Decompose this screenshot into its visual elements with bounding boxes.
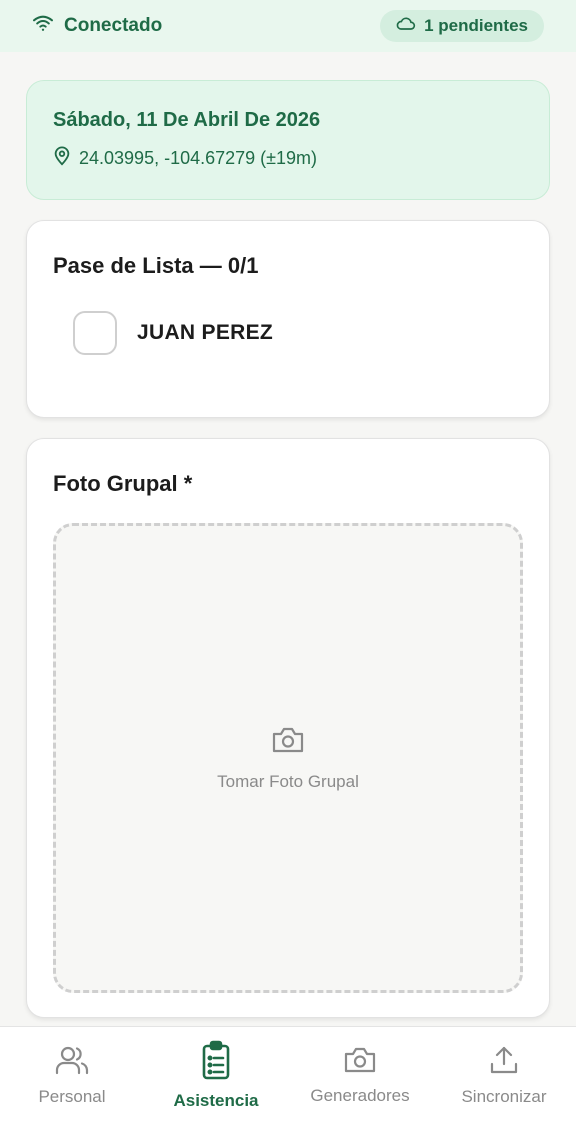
- session-info-card: Sábado, 11 De Abril De 2026 24.03995, -1…: [26, 80, 550, 200]
- upload-icon: [488, 1044, 520, 1081]
- attendance-row[interactable]: JUAN PEREZ: [73, 311, 523, 355]
- attendance-card: Pase de Lista — 0/1 JUAN PEREZ: [26, 220, 550, 418]
- take-group-photo-button[interactable]: Tomar Foto Grupal: [53, 523, 523, 993]
- nav-label-generadores: Generadores: [310, 1086, 410, 1105]
- bottom-navigation: Personal Asistencia Generadores Sincroni…: [0, 1026, 576, 1124]
- nav-item-personal[interactable]: Personal: [0, 1044, 144, 1107]
- group-photo-title: Foto Grupal *: [53, 471, 193, 496]
- person-name: JUAN PEREZ: [137, 321, 274, 344]
- cloud-icon: [396, 16, 416, 36]
- location-coordinates: 24.03995, -104.67279 (±19m): [79, 148, 318, 168]
- attendance-checkbox[interactable]: [73, 311, 117, 355]
- group-photo-card: Foto Grupal * Tomar Foto Grupal: [26, 438, 550, 1018]
- connection-label: Conectado: [64, 15, 163, 36]
- nav-label-sincronizar: Sincronizar: [461, 1087, 547, 1106]
- location-pin-icon: [53, 146, 71, 171]
- nav-label-asistencia: Asistencia: [173, 1091, 259, 1110]
- wifi-icon: [32, 14, 54, 38]
- connection-status: Conectado: [32, 14, 162, 38]
- camera-icon: [271, 725, 305, 760]
- attendance-title: Pase de Lista — 0/1: [53, 253, 259, 278]
- pending-badge[interactable]: 1 pendientes: [380, 10, 544, 42]
- clipboard-list-icon: [201, 1040, 231, 1085]
- session-location: 24.03995, -104.67279 (±19m): [53, 146, 523, 171]
- camera-icon: [343, 1045, 377, 1080]
- take-group-photo-label: Tomar Foto Grupal: [217, 771, 359, 791]
- nav-item-sincronizar[interactable]: Sincronizar: [432, 1044, 576, 1107]
- nav-label-personal: Personal: [38, 1087, 106, 1106]
- pending-label: 1 pendientes: [424, 16, 528, 35]
- users-icon: [55, 1044, 89, 1081]
- nav-item-generadores[interactable]: Generadores: [288, 1045, 432, 1106]
- nav-item-asistencia[interactable]: Asistencia: [144, 1040, 288, 1111]
- status-bar: Conectado 1 pendientes: [0, 0, 576, 52]
- session-date: Sábado, 11 De Abril De 2026: [53, 109, 321, 131]
